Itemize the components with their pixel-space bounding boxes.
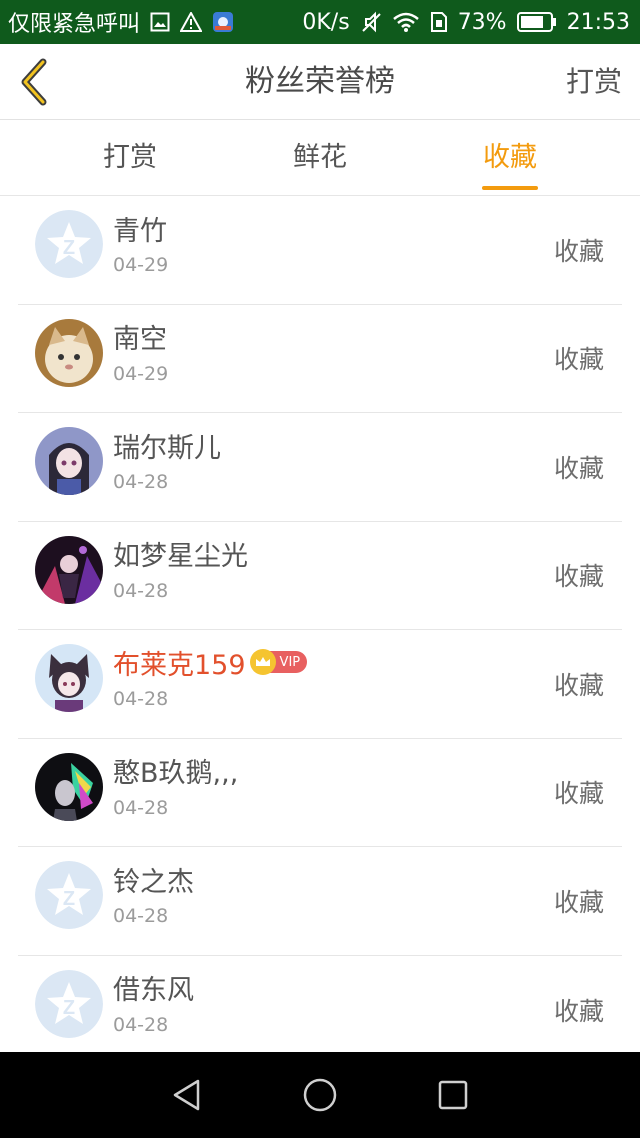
carrier-text: 仅限紧急呼叫 [8,12,141,37]
tab-bar: 打赏 鲜花 收藏 [0,120,640,196]
fan-action: 收藏 [553,887,604,917]
cat-eared-avatar [35,644,103,712]
default-avatar-icon: Z [35,861,103,929]
fan-name: 借东风 [113,975,194,1006]
fan-date: 04-28 [113,471,169,493]
active-tab-indicator [482,186,538,190]
svg-text:Z: Z [63,888,75,910]
svg-text:Z: Z [63,237,75,259]
network-speed: 0K/s [302,9,350,35]
fan-action: 收藏 [553,453,604,483]
app-notification-icon [212,11,234,33]
fan-name: 瑞尔斯儿 [113,432,221,464]
list-item[interactable]: Z 铃之杰 04-28 收藏 [18,847,622,956]
fan-name: 布莱克159 [113,649,246,681]
clock: 21:53 [566,9,630,35]
fan-name: 如梦星尘光 [113,541,248,572]
fan-name: 南空 [113,324,167,355]
list-item[interactable]: 南空 04-29 收藏 [18,305,622,413]
warning-icon [180,12,203,32]
tab-label: 收藏 [483,142,537,173]
vip-label: VIP [279,654,301,670]
chevron-left-icon [21,58,47,106]
vip-badge: VIP [249,649,308,675]
fan-action: 收藏 [553,779,604,809]
header-bar: 粉丝荣誉榜 打赏 [0,44,640,120]
tab-label: 鲜花 [293,142,347,173]
tab-reward[interactable]: 打赏 [70,120,190,196]
status-bar: 仅限紧急呼叫 0K/s 73% 21:53 [0,0,640,44]
list-item[interactable]: 瑞尔斯儿 04-28 收藏 [18,413,622,522]
dark-anime-avatar [35,535,103,604]
page-title: 粉丝荣誉榜 [245,64,395,99]
system-navigation-bar [0,1052,640,1138]
battery-icon [516,11,557,33]
battery-percent: 73% [457,9,507,35]
back-button[interactable] [14,56,54,108]
fan-action: 收藏 [553,236,604,266]
neon-avatar [35,752,103,821]
fan-date: 04-29 [113,254,169,276]
fan-name: 铃之杰 [113,866,194,898]
default-avatar-icon: Z [35,969,103,1038]
default-avatar-icon: Z [35,210,103,278]
sim-icon [430,11,448,33]
tab-favorites[interactable]: 收藏 [450,120,570,196]
fan-action: 收藏 [553,670,604,700]
fan-name: 憨B玖鹅,,, [113,758,239,789]
reward-button[interactable]: 打赏 [566,44,622,120]
fan-date: 04-28 [113,796,169,819]
tab-flowers[interactable]: 鲜花 [260,120,380,196]
list-item[interactable]: 如梦星尘光 04-28 收藏 [18,522,622,630]
fan-name: 青竹 [113,215,167,247]
fan-list: Z 青竹 04-29 收藏 南空 04-29 收藏 瑞尔斯儿 04-28 收藏 [0,196,640,1064]
tab-label: 打赏 [103,142,157,173]
fan-action: 收藏 [553,345,604,375]
list-item[interactable]: 憨B玖鹅,,, 04-28 收藏 [18,739,622,847]
fan-action: 收藏 [553,562,604,592]
recents-square-icon[interactable] [423,1065,483,1125]
crown-icon [249,649,276,675]
home-circle-icon[interactable] [290,1065,350,1125]
mute-icon [360,11,382,33]
anime-girl-avatar [35,427,103,495]
fan-date: 04-29 [113,362,169,385]
fan-date: 04-28 [113,1013,169,1036]
fan-date: 04-28 [113,688,169,710]
cat-avatar [35,318,103,387]
fan-action: 收藏 [553,996,604,1026]
back-triangle-icon[interactable] [157,1065,217,1125]
list-item[interactable]: Z 青竹 04-29 收藏 [18,196,622,305]
list-item[interactable]: 布莱克159 VIP 04-28 收藏 [18,630,622,739]
fan-date: 04-28 [113,579,169,602]
fan-date: 04-28 [113,905,169,927]
wifi-icon [392,11,420,33]
image-icon [150,12,170,32]
list-item[interactable]: Z 借东风 04-28 收藏 [18,956,622,1065]
svg-text:Z: Z [63,997,75,1019]
